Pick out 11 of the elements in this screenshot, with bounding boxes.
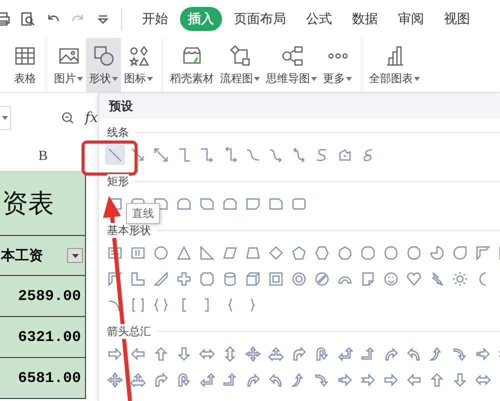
table-cell: 6581.00 <box>18 370 81 386</box>
section-label: 箭头总汇 <box>107 324 151 339</box>
tooltip: 直线 <box>126 203 160 224</box>
table-cell: 本工资 <box>1 246 43 264</box>
table-cell: 资表 <box>0 172 86 236</box>
table-cell: 2589.00 <box>18 288 81 304</box>
section-label: 基本形状 <box>107 223 151 238</box>
panel-heading: 预设 <box>109 98 133 114</box>
table-cell: 6321.00 <box>18 328 81 346</box>
section-label: 线条 <box>107 125 129 140</box>
section-label: 矩形 <box>107 174 129 189</box>
